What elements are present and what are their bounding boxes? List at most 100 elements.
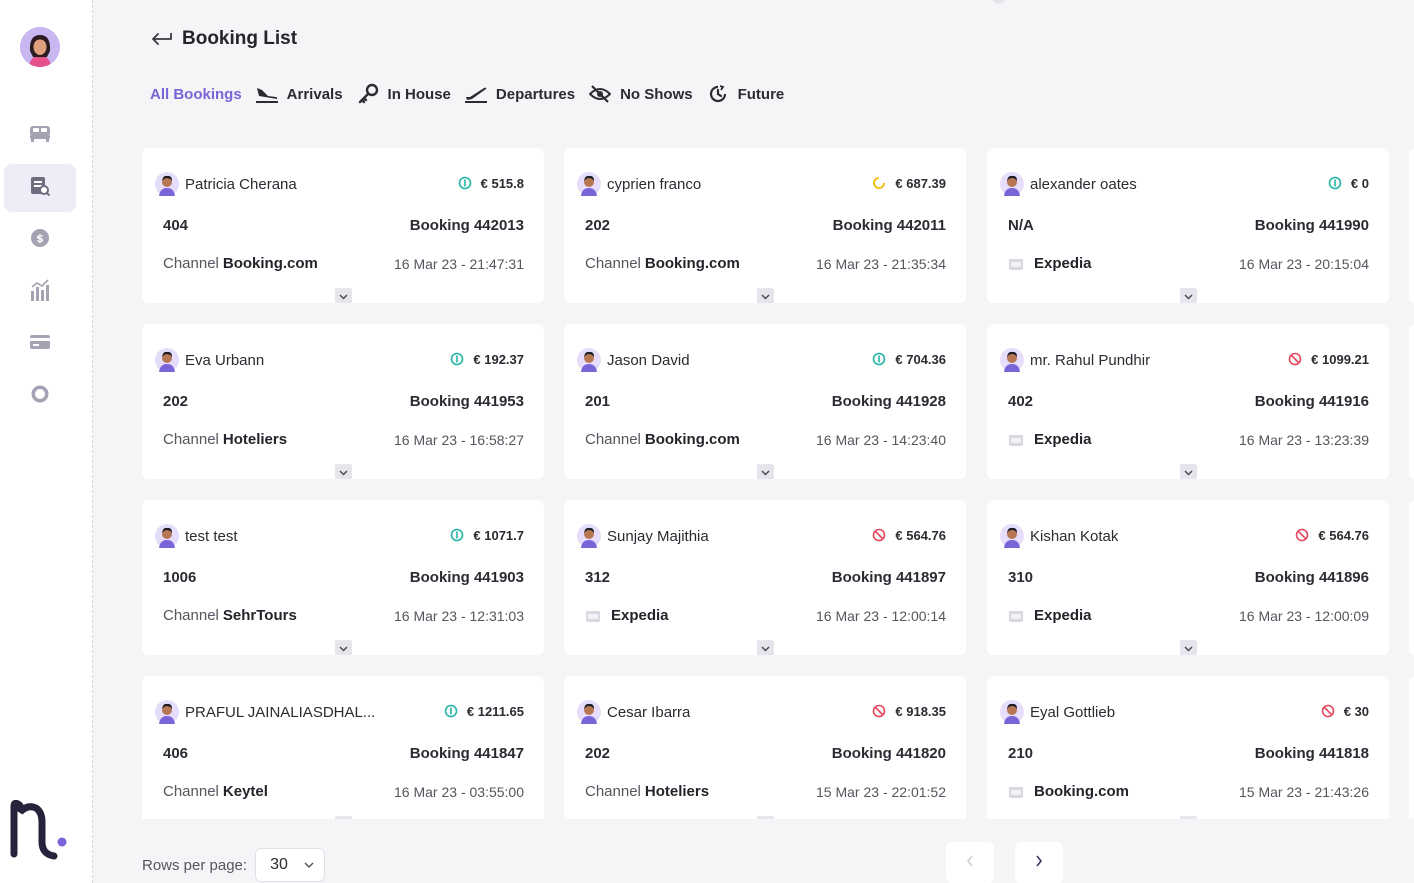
tab-in-house[interactable]: In House (356, 83, 451, 105)
expand-card-button[interactable] (335, 288, 352, 303)
amount-value: € 918.35 (895, 703, 946, 719)
booking-number: Booking 442013 (409, 217, 524, 234)
booking-amount: € 1071.7 (449, 527, 524, 543)
nav-finance[interactable]: $ (4, 216, 76, 264)
booking-date: 16 Mar 23 - 03:55:00 (394, 784, 524, 800)
booking-number: Booking 441953 (409, 393, 524, 410)
nav-analytics[interactable] (4, 268, 76, 316)
user-avatar[interactable] (20, 27, 60, 67)
key-icon (356, 83, 380, 105)
booking-date: 16 Mar 23 - 21:35:34 (816, 256, 946, 272)
booking-number: Booking 441896 (1254, 569, 1369, 586)
guest-avatar-icon (577, 172, 601, 196)
expand-card-button[interactable] (335, 464, 352, 479)
tab-all-bookings[interactable]: All Bookings (150, 86, 242, 103)
booking-card-partial[interactable] (1409, 324, 1414, 479)
booking-card-partial[interactable] (1409, 676, 1414, 819)
room-number: 404 (163, 217, 189, 234)
expand-card-button[interactable] (335, 816, 352, 819)
booking-number: Booking 441847 (409, 745, 524, 762)
expand-card-button[interactable] (1180, 816, 1197, 819)
amount-value: € 1099.21 (1311, 351, 1369, 367)
booking-channel: Channel Booking.com (585, 255, 740, 272)
nav-payments[interactable] (4, 320, 76, 368)
guest-name: cyprien franco (607, 175, 702, 193)
booking-amount: € 30 (1320, 703, 1369, 719)
payment-status-icon (871, 527, 887, 543)
expand-card-button[interactable] (757, 464, 774, 479)
booking-card[interactable]: mr. Rahul Pundhir € 1099.21 402 Booking 441… (987, 324, 1389, 479)
payment-status-icon (449, 527, 465, 543)
channel-name: Hoteliers (644, 783, 710, 800)
expand-card-button[interactable] (757, 816, 774, 819)
guest-avatar-icon (155, 700, 179, 724)
room-number: 406 (163, 745, 189, 762)
guest: test test (155, 524, 238, 548)
booking-channel: Channel Hoteliers (585, 783, 709, 800)
expand-card-button[interactable] (1180, 288, 1197, 303)
tab-departures[interactable]: Departures (464, 83, 575, 105)
booking-channel: Expedia (585, 607, 669, 624)
tab-future[interactable]: Future (706, 83, 784, 105)
payment-status-icon (449, 351, 465, 367)
back-arrow-icon[interactable] (150, 29, 172, 50)
booking-channel: Booking.com (1008, 783, 1129, 800)
tab-no-shows[interactable]: No Shows (588, 83, 693, 105)
booking-card-partial[interactable] (1409, 148, 1414, 303)
booking-card[interactable]: Kishan Kotak € 564.76 310 Booking 441896 Exp… (987, 500, 1389, 655)
booking-date: 16 Mar 23 - 20:15:04 (1239, 256, 1369, 272)
expand-card-button[interactable] (757, 288, 774, 303)
expand-card-button[interactable] (1180, 640, 1197, 655)
booking-card[interactable]: Eva Urbann € 192.37 202 Booking 441953 Chann… (142, 324, 544, 479)
expand-card-button[interactable] (757, 640, 774, 655)
expand-card-button[interactable] (1180, 464, 1197, 479)
chevron-down-icon (761, 463, 770, 481)
chevron-down-icon (761, 287, 770, 305)
booking-card-partial[interactable] (1409, 500, 1414, 655)
booking-channel: Expedia (1008, 607, 1092, 624)
chevron-down-icon (1184, 815, 1193, 820)
room-number: 402 (1008, 393, 1034, 410)
nav-booking-list[interactable] (4, 164, 76, 212)
booking-date: 16 Mar 23 - 13:23:39 (1239, 432, 1369, 448)
channel-prefix: Channel (163, 607, 219, 624)
guest-name: alexander oates (1030, 175, 1137, 193)
booking-card[interactable]: test test € 1071.7 1006 Booking 441903 Chann… (142, 500, 544, 655)
tab-arrivals[interactable]: Arrivals (255, 83, 343, 105)
rows-per-page: Rows per page: 30 (142, 848, 326, 882)
booking-card[interactable]: alexander oates € 0 N/A Booking 441990 Exped… (987, 148, 1389, 303)
expand-card-button[interactable] (335, 640, 352, 655)
plane-takeoff-icon (464, 83, 488, 105)
guest: Sunjay Majithia (577, 524, 709, 548)
channel-icon (1008, 609, 1024, 623)
guest-avatar-icon (155, 348, 179, 372)
booking-channel: Channel Booking.com (163, 255, 318, 272)
booking-card[interactable]: Cesar Ibarra € 918.35 202 Booking 441820 Cha… (564, 676, 966, 819)
channel-prefix: Channel (585, 431, 641, 448)
channel-prefix: Channel (163, 783, 219, 800)
booking-card[interactable]: Patricia Cherana € 515.8 404 Booking 442013… (142, 148, 544, 303)
booking-card[interactable]: cyprien franco € 687.39 202 Booking 442011 C… (564, 148, 966, 303)
amount-value: € 30 (1343, 703, 1369, 719)
nav-bed[interactable] (4, 111, 76, 159)
amount-value: € 515.8 (480, 175, 524, 191)
booking-card[interactable]: Jason David € 704.36 201 Booking 441928 Chan… (564, 324, 966, 479)
guest-name: mr. Rahul Pundhir (1030, 351, 1151, 369)
booking-amount: € 687.39 (871, 175, 946, 191)
room-number: 202 (585, 745, 611, 762)
payment-status-icon (871, 703, 887, 719)
guest-avatar-icon (155, 172, 179, 196)
booking-card[interactable]: Eyal Gottlieb € 30 210 Booking 441818 Bookin… (987, 676, 1389, 819)
next-page-button[interactable] (1015, 842, 1063, 883)
booking-card[interactable]: Sunjay Majithia € 564.76 312 Booking 441897… (564, 500, 966, 655)
room-number: 312 (585, 569, 611, 586)
room-number: 1006 (163, 569, 197, 586)
plane-landing-icon (255, 83, 279, 105)
channel-name: Booking.com (1034, 783, 1130, 800)
rows-per-page-select[interactable]: 30 (255, 848, 326, 882)
channel-prefix: Channel (163, 431, 219, 448)
prev-page-button[interactable] (946, 842, 994, 883)
nav-settings[interactable] (4, 372, 76, 420)
guest: Eva Urbann (155, 348, 264, 372)
booking-card[interactable]: PRAFUL JAINALIASDHAL... € 1211.65 406 Booki… (142, 676, 544, 819)
